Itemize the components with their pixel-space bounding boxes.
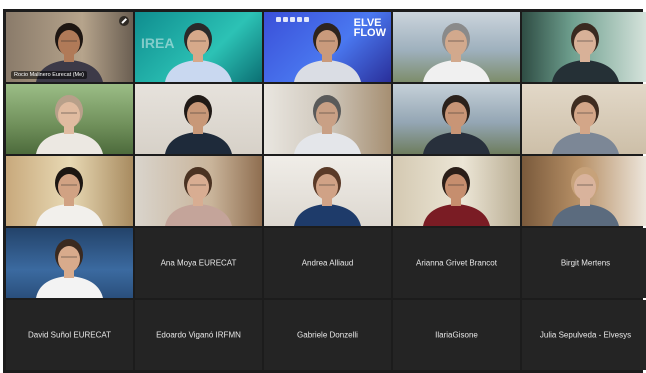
participant-tile[interactable]: [393, 156, 520, 226]
participant-tile[interactable]: [6, 84, 133, 154]
participant-tile[interactable]: Arianna Grivet Brancot: [393, 228, 520, 298]
participant-video: [36, 239, 103, 298]
social-icons: [276, 17, 309, 22]
participant-tile[interactable]: Ana Moya EURECAT: [135, 228, 262, 298]
participant-name: David Suñol EURECAT: [28, 330, 111, 340]
participant-video: [552, 167, 619, 226]
participant-video: [552, 23, 619, 82]
participant-video: [294, 95, 361, 154]
social-icon: [276, 17, 281, 22]
participant-name: Birgit Mertens: [560, 258, 611, 268]
participant-name: Andrea Alliaud: [301, 258, 354, 268]
participant-tile[interactable]: [393, 84, 520, 154]
elveflow-logo: ELVE FLOW: [353, 17, 386, 39]
participant-name: IlariaGisone: [435, 330, 478, 340]
participant-video: [165, 167, 232, 226]
participant-tile[interactable]: IREA: [135, 12, 262, 82]
participant-tile[interactable]: Gabriele Donzelli: [264, 300, 391, 370]
social-icon: [297, 17, 302, 22]
participant-tile[interactable]: [6, 228, 133, 298]
participant-tile[interactable]: ELVE FLOW: [264, 12, 391, 82]
participant-grid: Rocio Malinero Eurecat (Me) IREA ELVE FLOW…: [6, 12, 646, 370]
social-icon: [290, 17, 295, 22]
participant-tile[interactable]: [522, 156, 646, 226]
participant-video: [165, 95, 232, 154]
participant-tile[interactable]: [135, 156, 262, 226]
participant-name: Julia Sepulveda - Elvesys: [539, 330, 632, 340]
participant-video: [423, 167, 490, 226]
participant-video: [36, 95, 103, 154]
participant-video: [423, 23, 490, 82]
participant-video: [294, 167, 361, 226]
participant-name: Edoardo Viganó IRFMN: [156, 330, 241, 340]
participant-name: Arianna Grivet Brancot: [416, 258, 497, 268]
participant-tile[interactable]: [393, 12, 520, 82]
participant-tile[interactable]: [6, 156, 133, 226]
participant-tile[interactable]: [264, 84, 391, 154]
participant-tile[interactable]: Birgit Mertens: [522, 228, 646, 298]
participant-tile[interactable]: IlariaGisone: [393, 300, 520, 370]
participant-tile[interactable]: [264, 156, 391, 226]
participant-tile[interactable]: Rocio Malinero Eurecat (Me): [6, 12, 133, 82]
background-logo: IREA: [141, 35, 175, 51]
participant-tile[interactable]: Andrea Alliaud: [264, 228, 391, 298]
participant-tile[interactable]: [522, 84, 646, 154]
mic-muted-icon: [119, 16, 129, 26]
participant-tile[interactable]: Edoardo Viganó IRFMN: [135, 300, 262, 370]
participant-video: [552, 95, 619, 154]
participant-tile[interactable]: David Suñol EURECAT: [6, 300, 133, 370]
participant-tile[interactable]: [135, 84, 262, 154]
social-icon: [283, 17, 288, 22]
participant-tile[interactable]: [522, 12, 646, 82]
video-gallery: Rocio Malinero Eurecat (Me) IREA ELVE FLOW…: [3, 9, 646, 373]
social-icon: [304, 17, 309, 22]
participant-name: Gabriele Donzelli: [297, 330, 358, 340]
participant-name-tag: Rocio Malinero Eurecat (Me): [11, 71, 87, 79]
participant-video: [423, 95, 490, 154]
participant-tile[interactable]: Julia Sepulveda - Elvesys: [522, 300, 646, 370]
participant-name: Ana Moya EURECAT: [160, 258, 237, 268]
participant-video: [36, 167, 103, 226]
